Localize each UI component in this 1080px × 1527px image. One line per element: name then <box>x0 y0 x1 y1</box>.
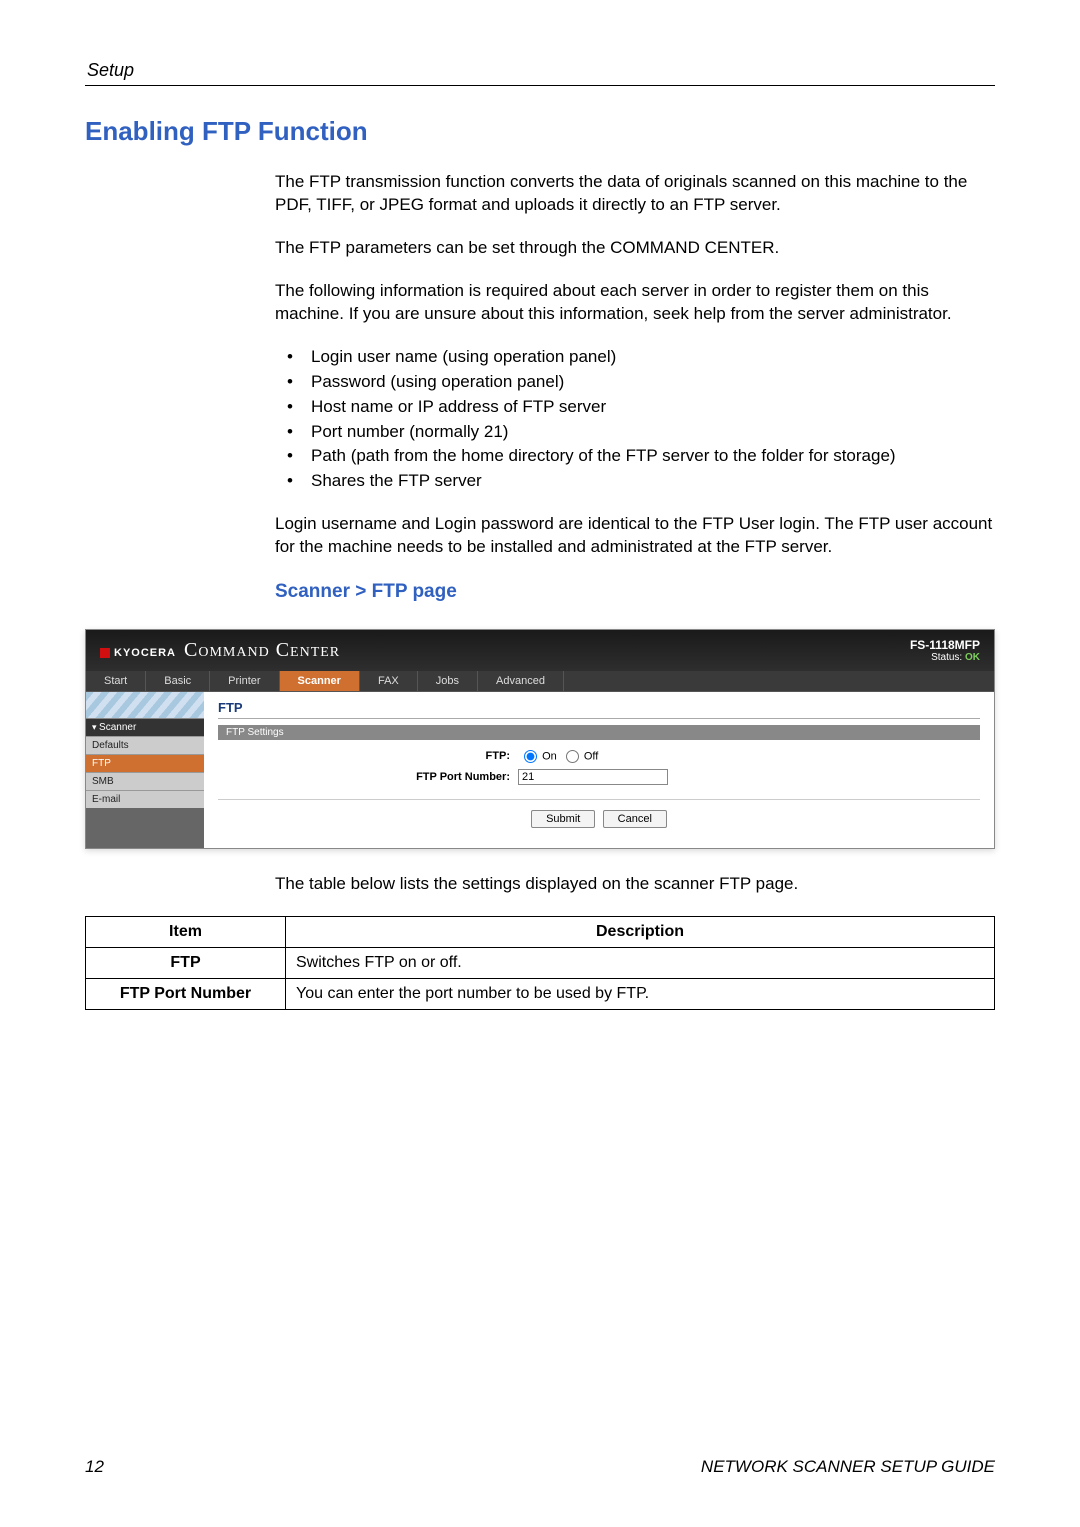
side-item-email[interactable]: E-mail <box>86 790 204 808</box>
body-column: The FTP transmission function converts t… <box>275 171 995 605</box>
table-intro: The table below lists the settings displ… <box>275 873 995 896</box>
side-item-defaults[interactable]: Defaults <box>86 736 204 754</box>
section-label: Setup <box>87 60 995 81</box>
td-item: FTP <box>86 947 286 978</box>
th-desc: Description <box>286 916 995 947</box>
list-item: Host name or IP address of FTP server <box>275 396 995 419</box>
side-item-smb[interactable]: SMB <box>86 772 204 790</box>
port-label: FTP Port Number: <box>218 771 518 783</box>
page-heading: Enabling FTP Function <box>85 116 995 147</box>
tab-scanner[interactable]: Scanner <box>280 671 360 691</box>
panel-title: FTP <box>218 700 980 719</box>
model-name: FS-1118MFP <box>910 638 980 652</box>
horizontal-rule <box>85 85 995 86</box>
main-pane: FTP FTP Settings FTP: On Off FTP Port Nu… <box>204 692 994 848</box>
form-row-ftp: FTP: On Off <box>218 750 980 763</box>
td-desc: Switches FTP on or off. <box>286 947 995 978</box>
button-row: Submit Cancel <box>218 799 980 828</box>
tab-jobs[interactable]: Jobs <box>418 671 478 691</box>
list-item: Shares the FTP server <box>275 470 995 493</box>
ftp-label: FTP: <box>218 750 518 762</box>
bullet-list: Login user name (using operation panel) … <box>275 346 995 494</box>
status-value: OK <box>965 652 980 663</box>
side-item-ftp[interactable]: FTP <box>86 754 204 772</box>
paragraph: Login username and Login password are id… <box>275 513 995 559</box>
tab-fax[interactable]: FAX <box>360 671 418 691</box>
ftp-radio-on[interactable] <box>524 750 537 763</box>
status-label: Status: <box>931 652 962 663</box>
settings-table: Item Description FTP Switches FTP on or … <box>85 916 995 1010</box>
screenshot-header: KYOCERA Command Center FS-1118MFP Status… <box>86 630 994 671</box>
app-title: Command Center <box>184 639 340 662</box>
side-group-scanner[interactable]: Scanner <box>86 718 204 736</box>
submit-button[interactable]: Submit <box>531 810 595 828</box>
tab-start[interactable]: Start <box>86 671 146 691</box>
tab-advanced[interactable]: Advanced <box>478 671 564 691</box>
list-item: Login user name (using operation panel) <box>275 346 995 369</box>
list-item: Path (path from the home directory of th… <box>275 445 995 468</box>
ftp-radio-off-label: Off <box>584 750 598 762</box>
table-row: FTP Port Number You can enter the port n… <box>86 978 995 1009</box>
panel-subtitle: FTP Settings <box>218 725 980 740</box>
paragraph: The following information is required ab… <box>275 280 995 326</box>
page-footer: 12 NETWORK SCANNER SETUP GUIDE <box>85 1457 995 1477</box>
td-desc: You can enter the port number to be used… <box>286 978 995 1009</box>
table-row: FTP Switches FTP on or off. <box>86 947 995 978</box>
ftp-radio-on-label: On <box>542 750 557 762</box>
port-input[interactable] <box>518 769 668 785</box>
table-intro-wrap: The table below lists the settings displ… <box>275 873 995 896</box>
ftp-radio-off[interactable] <box>566 750 579 763</box>
cancel-button[interactable]: Cancel <box>603 810 667 828</box>
list-item: Port number (normally 21) <box>275 421 995 444</box>
paragraph: The FTP parameters can be set through th… <box>275 237 995 260</box>
side-decor <box>86 692 204 718</box>
tab-row: Start Basic Printer Scanner FAX Jobs Adv… <box>86 671 994 692</box>
list-item: Password (using operation panel) <box>275 371 995 394</box>
paragraph: The FTP transmission function converts t… <box>275 171 995 217</box>
side-menu: Scanner Defaults FTP SMB E-mail <box>86 692 204 848</box>
th-item: Item <box>86 916 286 947</box>
page-number: 12 <box>85 1457 104 1477</box>
kyocera-logo: KYOCERA <box>100 647 176 659</box>
command-center-screenshot: KYOCERA Command Center FS-1118MFP Status… <box>85 629 995 849</box>
tab-basic[interactable]: Basic <box>146 671 210 691</box>
form-row-port: FTP Port Number: <box>218 769 980 785</box>
td-item: FTP Port Number <box>86 978 286 1009</box>
tab-printer[interactable]: Printer <box>210 671 279 691</box>
subheading: Scanner > FTP page <box>275 579 995 605</box>
model-info: FS-1118MFP Status: OK <box>910 638 980 663</box>
doc-title: NETWORK SCANNER SETUP GUIDE <box>701 1457 995 1477</box>
